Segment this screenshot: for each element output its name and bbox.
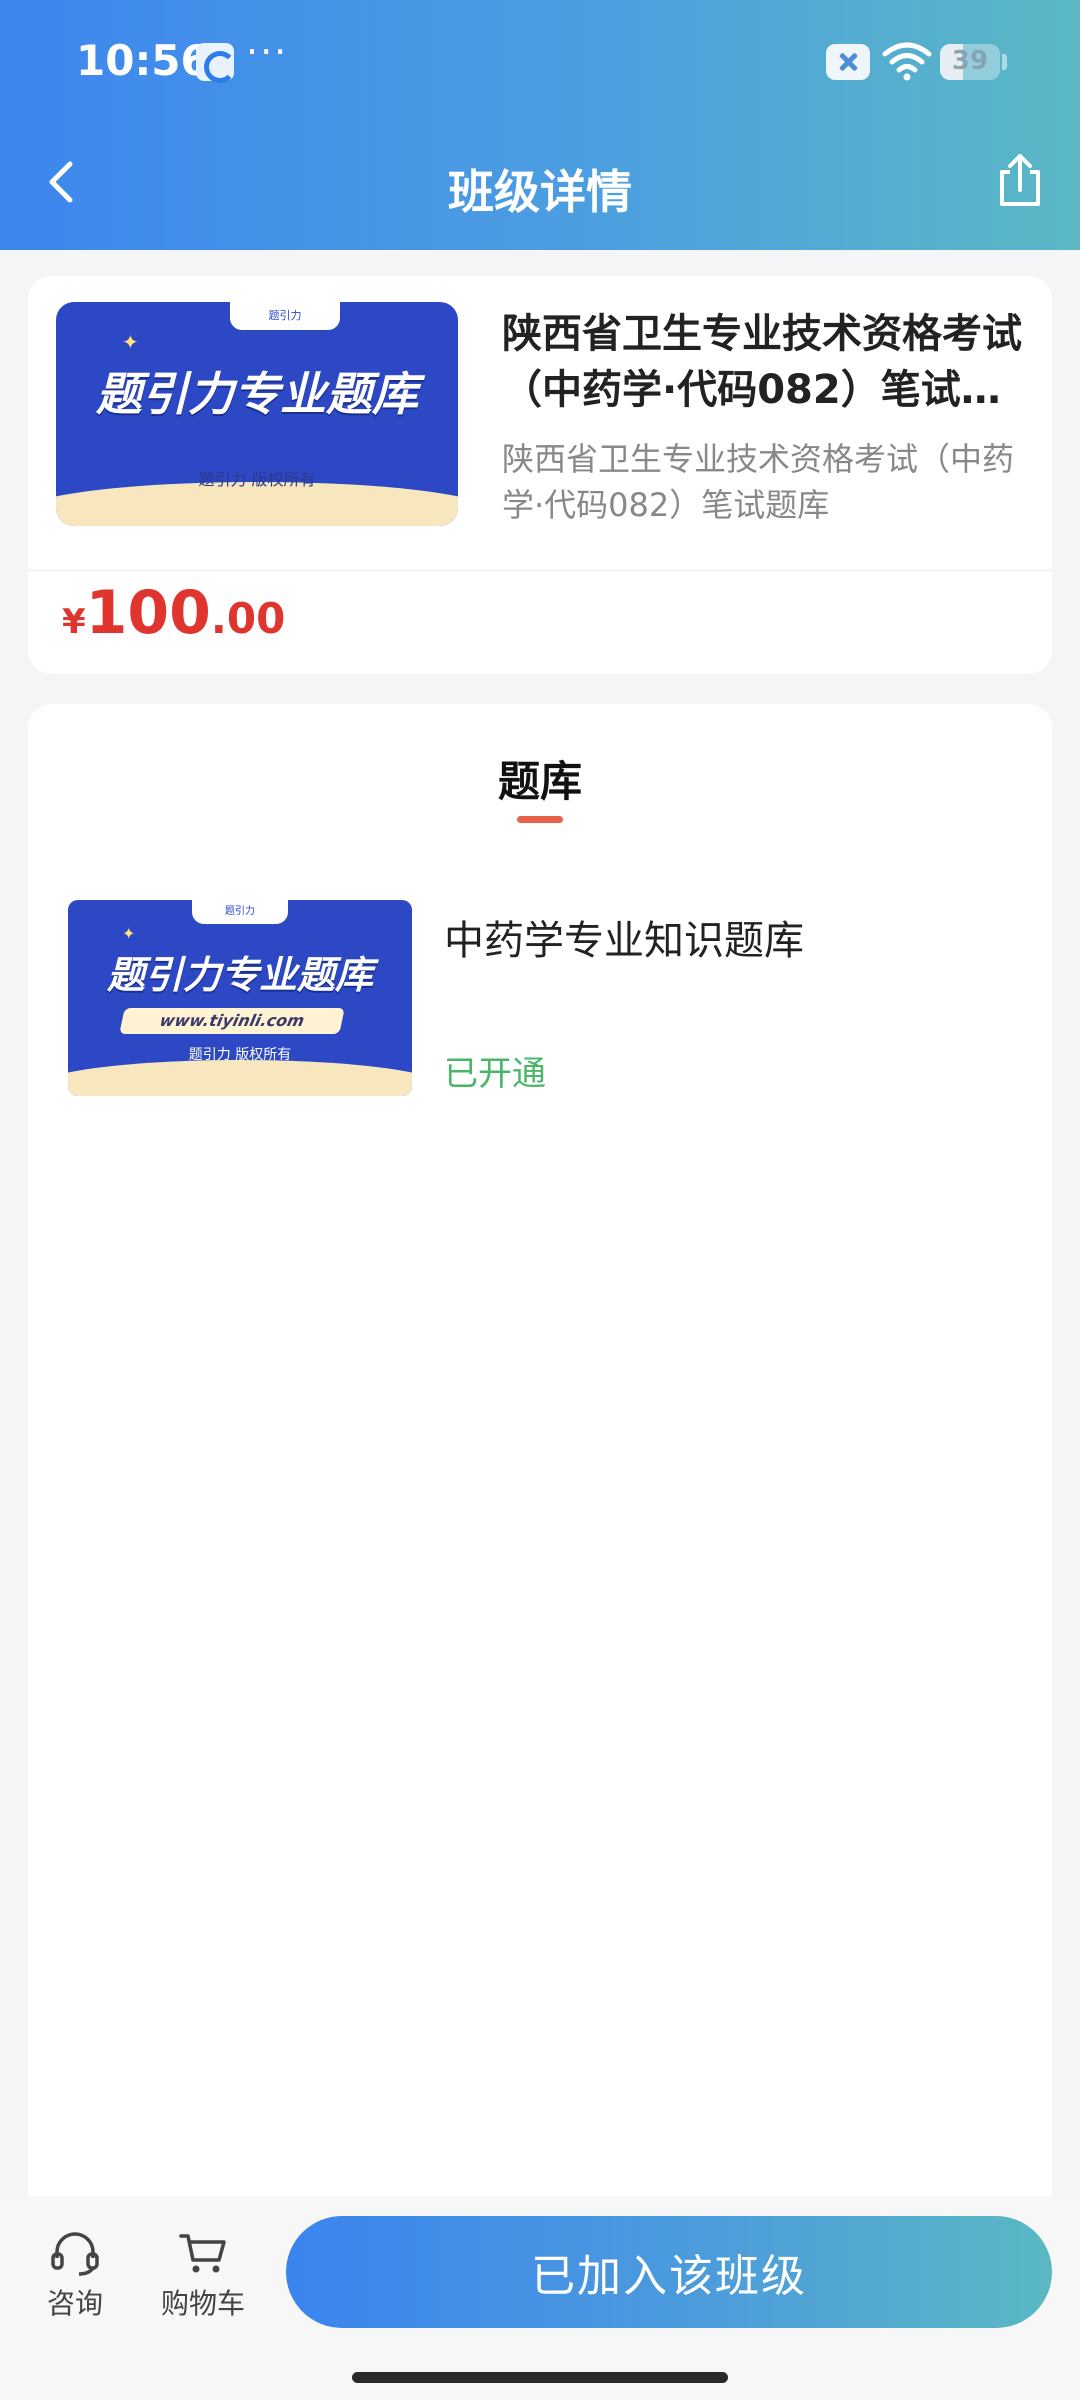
product-card: 题引力 ✦ 题引力专业题库 题引力 版权所有 陕西省卫生专业技术资格考试（中药学…	[28, 276, 1052, 674]
price: ¥100.00	[62, 578, 285, 648]
question-bank-section: 题库 题引力 ✦ 题引力专业题库 www.tiyinli.com 题引力 版权所…	[28, 704, 1052, 2204]
product-title: 陕西省卫生专业技术资格考试（中药学·代码082）笔试题库	[502, 311, 1022, 413]
battery-tip	[1002, 54, 1007, 70]
class-detail-page: 10:56 ··· 39 班级详情 题引力 ✦ 题引力专业题库 题引力 版权所有…	[0, 0, 1080, 2400]
battery-icon: 39	[940, 44, 1000, 80]
joined-class-button[interactable]: 已加入该班级	[286, 2216, 1052, 2328]
cart-label: 购物车	[160, 2287, 245, 2320]
price-symbol: ¥	[62, 602, 86, 642]
price-integer: 100	[85, 578, 211, 648]
cover-website: www.tiyinli.com	[119, 1008, 345, 1034]
home-indicator[interactable]	[352, 2372, 728, 2383]
star-icon: ✦	[122, 924, 136, 943]
cover-wave	[68, 1060, 412, 1096]
battery-level: 39	[951, 46, 989, 76]
back-button[interactable]	[36, 152, 92, 212]
cover-copyright: 题引力 版权所有	[188, 1047, 292, 1063]
cart-button[interactable]: 购物车	[138, 2230, 268, 2322]
cover-tab: 题引力	[230, 302, 340, 330]
price-decimal: .00	[210, 594, 286, 643]
cover-title: 题引力专业题库	[106, 953, 373, 997]
status-time: 10:56	[76, 36, 210, 85]
section-tab-question-bank[interactable]: 题库	[28, 748, 1052, 809]
section-tab-indicator	[517, 816, 563, 823]
consult-button[interactable]: 咨询	[20, 2230, 130, 2322]
headset-icon	[51, 2232, 99, 2276]
cover-tab: 题引力	[192, 900, 288, 924]
shopping-cart-icon	[179, 2234, 226, 2273]
status-bar: 10:56 ··· 39	[0, 0, 1080, 124]
product-cover-image: 题引力 ✦ 题引力专业题库 题引力 版权所有	[56, 302, 458, 526]
nav-bar: 班级详情	[0, 124, 1080, 250]
app-notification-icon	[196, 43, 236, 83]
star-icon: ✦	[122, 330, 139, 354]
cover-title: 题引力专业题库	[96, 367, 418, 421]
question-bank-cover-image: 题引力 ✦ 题引力专业题库 www.tiyinli.com 题引力 版权所有	[68, 900, 412, 1096]
divider	[28, 570, 1052, 571]
question-bank-name: 中药学专业知识题库	[444, 918, 804, 964]
question-bank-item[interactable]: 题引力 ✦ 题引力专业题库 www.tiyinli.com 题引力 版权所有 中…	[68, 900, 1012, 1100]
more-notifications-icon: ···	[246, 30, 289, 74]
share-button[interactable]	[992, 150, 1048, 210]
bottom-action-bar: 咨询 购物车 已加入该班级	[0, 2196, 1080, 2400]
page-title: 班级详情	[448, 165, 632, 219]
header: 10:56 ··· 39 班级详情	[0, 0, 1080, 250]
cover-copyright: 题引力 版权所有	[198, 470, 316, 489]
wifi-icon	[882, 42, 932, 81]
sim-off-icon	[826, 44, 870, 80]
consult-label: 咨询	[46, 2287, 103, 2320]
question-bank-status: 已开通	[444, 1054, 546, 1094]
product-description: 陕西省卫生专业技术资格考试（中药学·代码082）笔试题库	[502, 440, 1015, 524]
